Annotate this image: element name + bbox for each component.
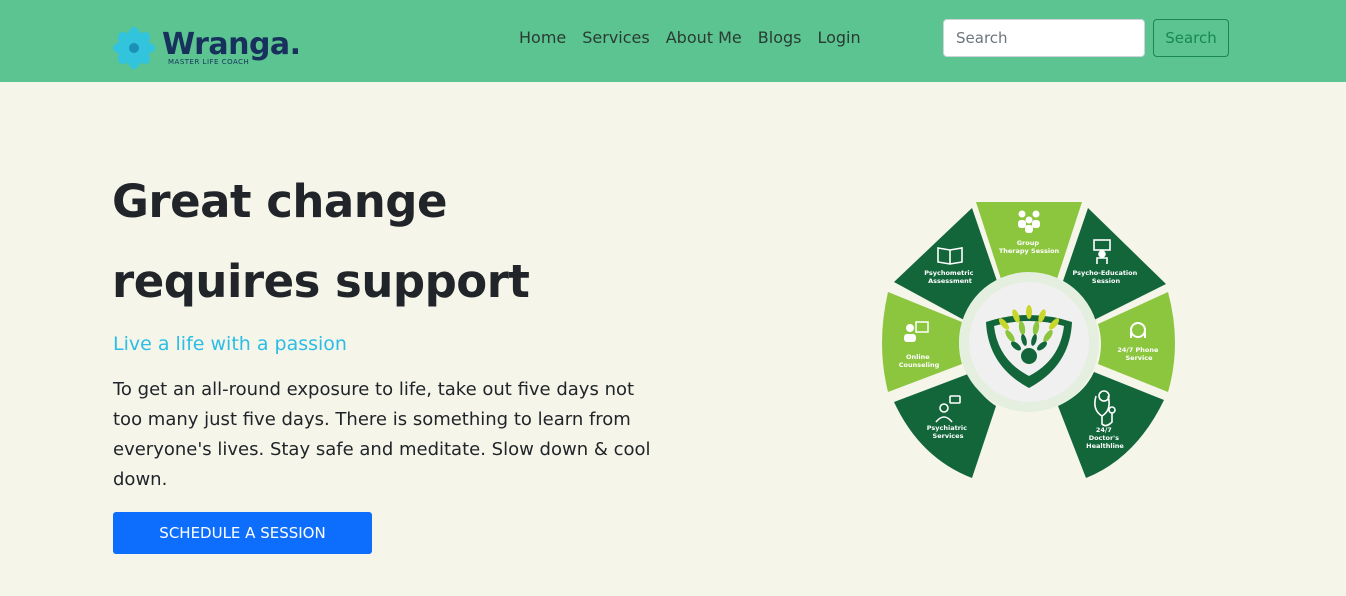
flower-logo-icon: [113, 27, 155, 69]
nav-login[interactable]: Login: [817, 27, 860, 49]
label-line: Counseling: [899, 361, 940, 369]
hero-title-line-1: Great change: [112, 175, 448, 228]
hero-description: To get an all-round exposure to life, ta…: [113, 379, 651, 490]
navbar: Wranga. MASTER LIFE COACH Home Services …: [0, 0, 1346, 82]
label-line: Session: [1092, 277, 1121, 285]
label-line: Psychiatric: [927, 424, 967, 432]
label-line: Group: [1017, 239, 1040, 247]
brand-tagline: MASTER LIFE COACH: [168, 58, 250, 66]
schedule-session-button[interactable]: SCHEDULE A SESSION: [113, 512, 372, 554]
label-line: 24/7: [1096, 426, 1112, 434]
nav-about-me[interactable]: About Me: [666, 27, 742, 49]
nav-blogs[interactable]: Blogs: [758, 27, 802, 49]
nav-services[interactable]: Services: [582, 27, 649, 49]
label-line: Psychometric: [924, 269, 973, 277]
segment-label-psychometric: Psychometric Assessment: [924, 269, 976, 285]
label-line: Service: [1125, 354, 1153, 362]
services-wheel: Group Therapy Session Psycho-Education S…: [882, 202, 1175, 478]
label-line: 24/7 Phone: [1117, 346, 1159, 354]
brand-logo[interactable]: Wranga. MASTER LIFE COACH: [112, 26, 312, 72]
label-line: Psycho-Education: [1072, 269, 1137, 277]
segment-label-psychiatric: Psychiatric Services: [927, 424, 970, 440]
label-line: Therapy Session: [999, 247, 1060, 255]
label-line: Online: [906, 353, 930, 361]
hero-title-line-2: requires support: [112, 255, 530, 308]
hero-title: Great change requires support: [112, 162, 672, 322]
label-line: Services: [933, 432, 964, 440]
search-input[interactable]: [943, 19, 1145, 57]
hero-subtitle: Live a life with a passion: [113, 333, 347, 355]
label-line: Doctor's: [1089, 434, 1119, 442]
label-line: Healthline: [1086, 442, 1124, 450]
main-nav: Home Services About Me Blogs Login: [519, 27, 861, 49]
label-line: Assessment: [928, 277, 972, 285]
nav-home[interactable]: Home: [519, 27, 566, 49]
search-button[interactable]: Search: [1153, 19, 1229, 57]
